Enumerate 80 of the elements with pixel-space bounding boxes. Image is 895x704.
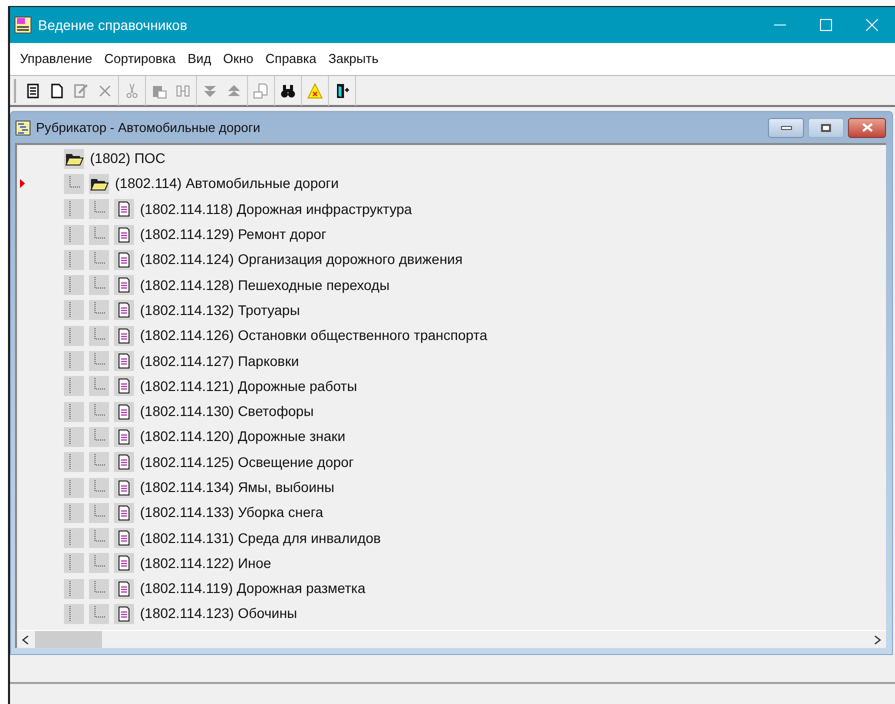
menu-item[interactable]: Сортировка <box>100 49 180 69</box>
tree-item[interactable]: (1802.114.119) Дорожная разметка <box>140 578 366 600</box>
document-icon <box>114 502 134 523</box>
tree-branch-icon <box>89 426 109 447</box>
tree-branch-icon <box>89 528 109 548</box>
document-icon <box>114 452 134 472</box>
menu-item[interactable]: Справка <box>261 49 320 69</box>
rubricator-icon <box>15 120 31 136</box>
menu-item[interactable]: Окно <box>219 49 258 69</box>
document-icon <box>114 478 134 498</box>
minimize-icon <box>774 24 786 26</box>
tree-item[interactable]: (1802.114.118) Дорожная инфраструктура <box>140 198 412 220</box>
child-window-title: Рубрикатор - Автомобильные дороги <box>36 118 260 137</box>
tree-branch-icon <box>89 351 109 372</box>
tree-item[interactable]: (1802.114.123) Обочины <box>140 603 298 624</box>
document-icon <box>114 326 134 346</box>
document-icon <box>114 426 134 447</box>
document-icon <box>114 604 134 624</box>
exit-door-icon[interactable] <box>334 82 350 98</box>
child-close-button[interactable] <box>848 118 886 138</box>
document-icon <box>114 199 134 220</box>
app-icon <box>14 16 32 34</box>
document-icon[interactable] <box>25 82 41 98</box>
tree-branch-icon <box>89 578 109 599</box>
tree-branch-icon <box>89 326 109 346</box>
document-icon <box>114 351 134 372</box>
tree-item[interactable]: (1802.114.129) Ремонт дорог <box>140 224 326 246</box>
document-icon <box>114 275 134 296</box>
document-icon <box>114 250 134 270</box>
horizontal-scrollbar[interactable] <box>17 630 886 648</box>
close-icon <box>862 123 872 132</box>
document-icon <box>114 578 134 599</box>
tree-item[interactable]: (1802.114.132) Тротуары <box>140 300 300 321</box>
tree-branch-icon <box>89 502 109 523</box>
restore-icon <box>821 124 831 132</box>
minimize-icon <box>780 126 792 130</box>
window-title: Ведение справочников <box>38 16 188 35</box>
tree-item[interactable]: (1802.114.128) Пешеходные переходы <box>140 274 390 296</box>
scroll-thumb[interactable] <box>35 631 102 648</box>
blank-page-icon[interactable] <box>49 82 65 98</box>
maximize-icon <box>820 19 832 31</box>
tree-item[interactable]: (1802.114.127) Парковки <box>140 350 299 372</box>
document-icon <box>114 528 134 548</box>
document-icon <box>114 300 134 320</box>
tree-branch-icon <box>89 452 109 472</box>
warning-icon[interactable] <box>307 82 323 98</box>
tree-branch-icon <box>89 604 109 624</box>
tree-item[interactable]: (1802.114.131) Среда для инвалидов <box>140 528 381 549</box>
document-icon <box>114 553 134 574</box>
tree-branch-icon <box>89 553 109 574</box>
document-icon <box>114 224 134 245</box>
menu-item[interactable]: Вид <box>184 49 216 69</box>
tree-item[interactable]: (1802.114.124) Организация дорожного движения <box>140 249 463 270</box>
tree-item[interactable]: (1802.114.120) Дорожные знаки <box>140 426 346 448</box>
tree-item[interactable]: (1802.114.121) Дорожные работы <box>140 376 358 397</box>
tree-item[interactable]: (1802.114.122) Иное <box>140 552 272 574</box>
tree-branch-icon <box>89 402 109 422</box>
tree-item[interactable]: (1802.114.133) Уборка снега <box>140 502 324 524</box>
tree-item[interactable]: (1802.114.130) Светофоры <box>140 401 314 422</box>
tree-branch-icon <box>89 224 109 245</box>
tree-branch-icon <box>89 478 109 498</box>
document-icon <box>114 402 134 422</box>
tree-item[interactable]: (1802) ПОС <box>90 148 166 170</box>
menu-item[interactable]: Закрыть <box>324 49 382 69</box>
child-restore-button[interactable] <box>808 118 844 138</box>
tree-branch-icon <box>64 174 84 194</box>
tree-item[interactable]: (1802.114.125) Освещение дорог <box>140 452 354 473</box>
tree-item[interactable]: (1802.114.126) Остановки общественного транспорта <box>140 325 488 346</box>
document-icon <box>114 376 134 396</box>
tree-branch-icon <box>89 275 109 296</box>
menu-item[interactable]: Управление <box>16 49 96 69</box>
tree-branch-icon <box>89 300 109 320</box>
close-icon <box>866 19 878 31</box>
binoculars-icon[interactable] <box>280 82 296 98</box>
tree-item[interactable]: (1802.114) Автомобильные дороги <box>115 173 339 194</box>
child-minimize-button[interactable] <box>768 118 804 138</box>
tree-item[interactable]: (1802.114.134) Ямы, выбоины <box>140 477 334 498</box>
tree-branch-icon <box>89 250 109 270</box>
tree-branch-icon <box>89 199 109 220</box>
tree-branch-icon <box>89 376 109 396</box>
